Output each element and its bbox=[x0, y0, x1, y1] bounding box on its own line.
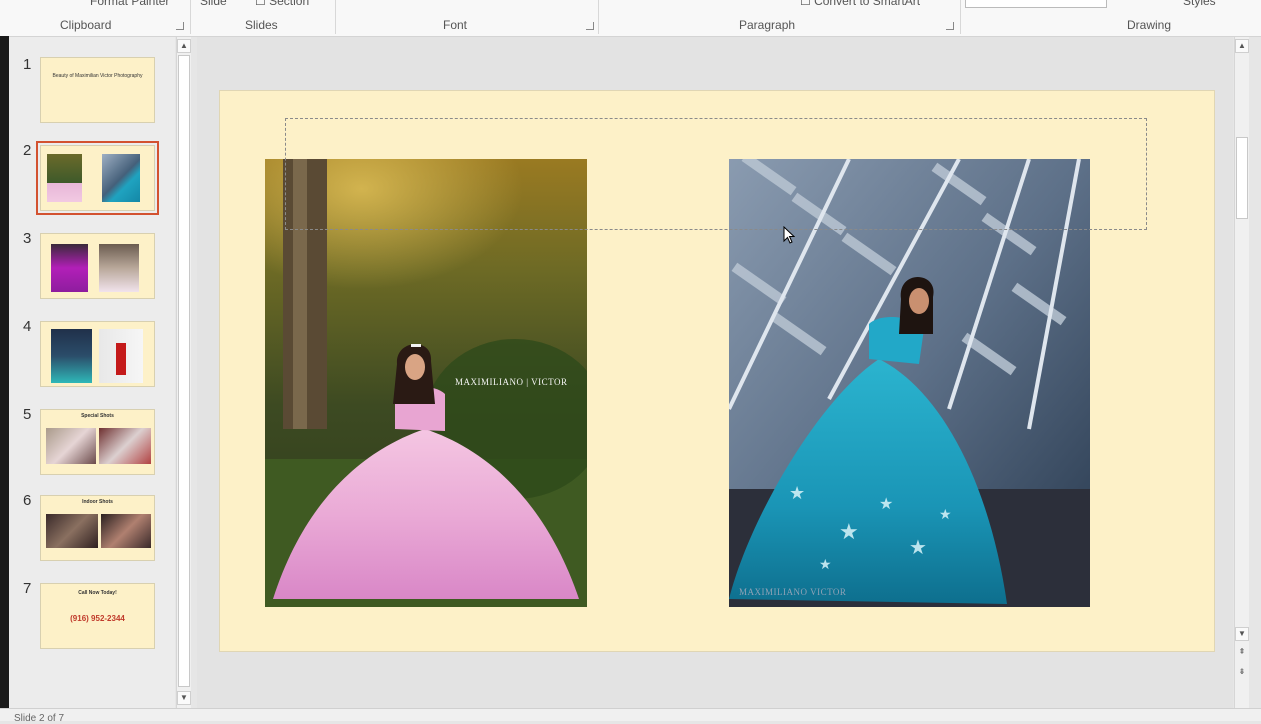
thumb-photo bbox=[99, 428, 151, 464]
slide-thumbnail-3[interactable] bbox=[40, 233, 155, 299]
dialog-launcher-icon[interactable] bbox=[176, 22, 184, 30]
shape-gallery[interactable] bbox=[965, 0, 1107, 8]
svg-text:★: ★ bbox=[909, 537, 927, 559]
thumbnail-scrollbar[interactable]: ▲ ▼ bbox=[176, 37, 191, 708]
prev-slide-icon[interactable]: ⇞ bbox=[1235, 646, 1249, 660]
thumb-photo bbox=[102, 154, 140, 202]
status-bar: Slide 2 of 7 bbox=[0, 708, 1261, 724]
photo-watermark: MAXIMILIANO | VICTOR bbox=[455, 377, 568, 387]
svg-text:★: ★ bbox=[939, 506, 952, 522]
slide-number: 7 bbox=[23, 580, 32, 597]
thumb-photo bbox=[46, 428, 96, 464]
thumb-photo bbox=[51, 329, 92, 383]
group-label-slides: Slides bbox=[245, 18, 278, 32]
thumb-photo bbox=[47, 154, 82, 202]
group-divider bbox=[598, 0, 599, 34]
slide-thumbnail-6[interactable]: Indoor Shots bbox=[40, 495, 155, 561]
thumb-photo bbox=[51, 244, 88, 292]
scroll-down-icon[interactable]: ▼ bbox=[1235, 627, 1249, 641]
group-label-paragraph: Paragraph bbox=[739, 18, 796, 32]
group-label-clipboard: Clipboard bbox=[60, 18, 112, 32]
dialog-launcher-icon[interactable] bbox=[586, 22, 594, 30]
thumb-photo bbox=[99, 244, 139, 292]
new-slide-button[interactable]: Slide bbox=[200, 0, 227, 8]
slide-number: 4 bbox=[23, 318, 32, 335]
group-divider bbox=[960, 0, 961, 34]
star-glyph: ★ bbox=[789, 483, 805, 503]
window-edge bbox=[0, 36, 9, 720]
slide-thumbnail-2[interactable] bbox=[36, 141, 159, 215]
slide-counter: Slide 2 of 7 bbox=[14, 713, 65, 724]
scrollbar-thumb[interactable] bbox=[1236, 137, 1248, 219]
thumb-title: Indoor Shots bbox=[82, 499, 113, 505]
group-divider bbox=[190, 0, 191, 34]
group-label-drawing: Drawing bbox=[1127, 18, 1172, 32]
group-divider bbox=[335, 0, 336, 34]
next-slide-icon[interactable]: ⇟ bbox=[1235, 666, 1249, 680]
thumb-photo bbox=[99, 329, 143, 383]
thumb-photo bbox=[46, 514, 98, 548]
scrollbar-thumb[interactable] bbox=[178, 55, 190, 687]
thumb-title: Special Shots bbox=[81, 413, 114, 419]
slide-number: 5 bbox=[23, 406, 32, 423]
thumb-phone: (916) 952-2344 bbox=[70, 614, 125, 623]
scroll-down-icon[interactable]: ▼ bbox=[177, 691, 191, 705]
slide-thumbnail-pane[interactable]: 1 Beauty of Maximilian Victor Photograph… bbox=[9, 37, 175, 708]
scroll-up-icon[interactable]: ▲ bbox=[177, 39, 191, 53]
slide-number: 3 bbox=[23, 230, 32, 247]
scroll-up-icon[interactable]: ▲ bbox=[1235, 39, 1249, 53]
slide-thumbnail-5[interactable]: Special Shots bbox=[40, 409, 155, 475]
convert-smartart-label: Convert to SmartArt bbox=[814, 0, 921, 8]
slide-thumbnail-1[interactable]: Beauty of Maximilian Victor Photography bbox=[40, 57, 155, 123]
thumb-title: Beauty of Maximilian Victor Photography bbox=[52, 73, 143, 79]
svg-text:★: ★ bbox=[879, 496, 893, 513]
photo-watermark: MAXIMILIANO VICTOR bbox=[739, 587, 847, 597]
group-label-font: Font bbox=[443, 18, 468, 32]
svg-text:★: ★ bbox=[839, 519, 859, 544]
slide-thumbnail-7[interactable]: Call Now Today! (916) 952-2344 bbox=[40, 583, 155, 649]
slide-number: 1 bbox=[23, 56, 32, 73]
ribbon: Format Painter Slide ☐ Section ☐ Convert… bbox=[0, 0, 1261, 37]
slide-scrollbar[interactable]: ▲ ▼ ⇞ ⇟ bbox=[1234, 37, 1249, 708]
thumb-title: Call Now Today! bbox=[78, 590, 117, 596]
mouse-cursor-icon bbox=[783, 226, 795, 244]
thumb-photo bbox=[101, 514, 151, 548]
title-placeholder[interactable] bbox=[285, 118, 1147, 230]
quick-styles-button[interactable]: Styles bbox=[1183, 0, 1216, 8]
slide-number: 6 bbox=[23, 492, 32, 509]
convert-smartart-button[interactable]: ☐ Convert to SmartArt bbox=[800, 0, 920, 8]
slide-thumbnail-4[interactable] bbox=[40, 321, 155, 387]
format-painter-button[interactable]: Format Painter bbox=[90, 0, 169, 8]
dialog-launcher-icon[interactable] bbox=[946, 22, 954, 30]
section-button[interactable]: ☐ Section bbox=[255, 0, 309, 8]
svg-text:★: ★ bbox=[819, 556, 832, 572]
section-label: Section bbox=[269, 0, 310, 8]
slide-number: 2 bbox=[23, 142, 32, 159]
